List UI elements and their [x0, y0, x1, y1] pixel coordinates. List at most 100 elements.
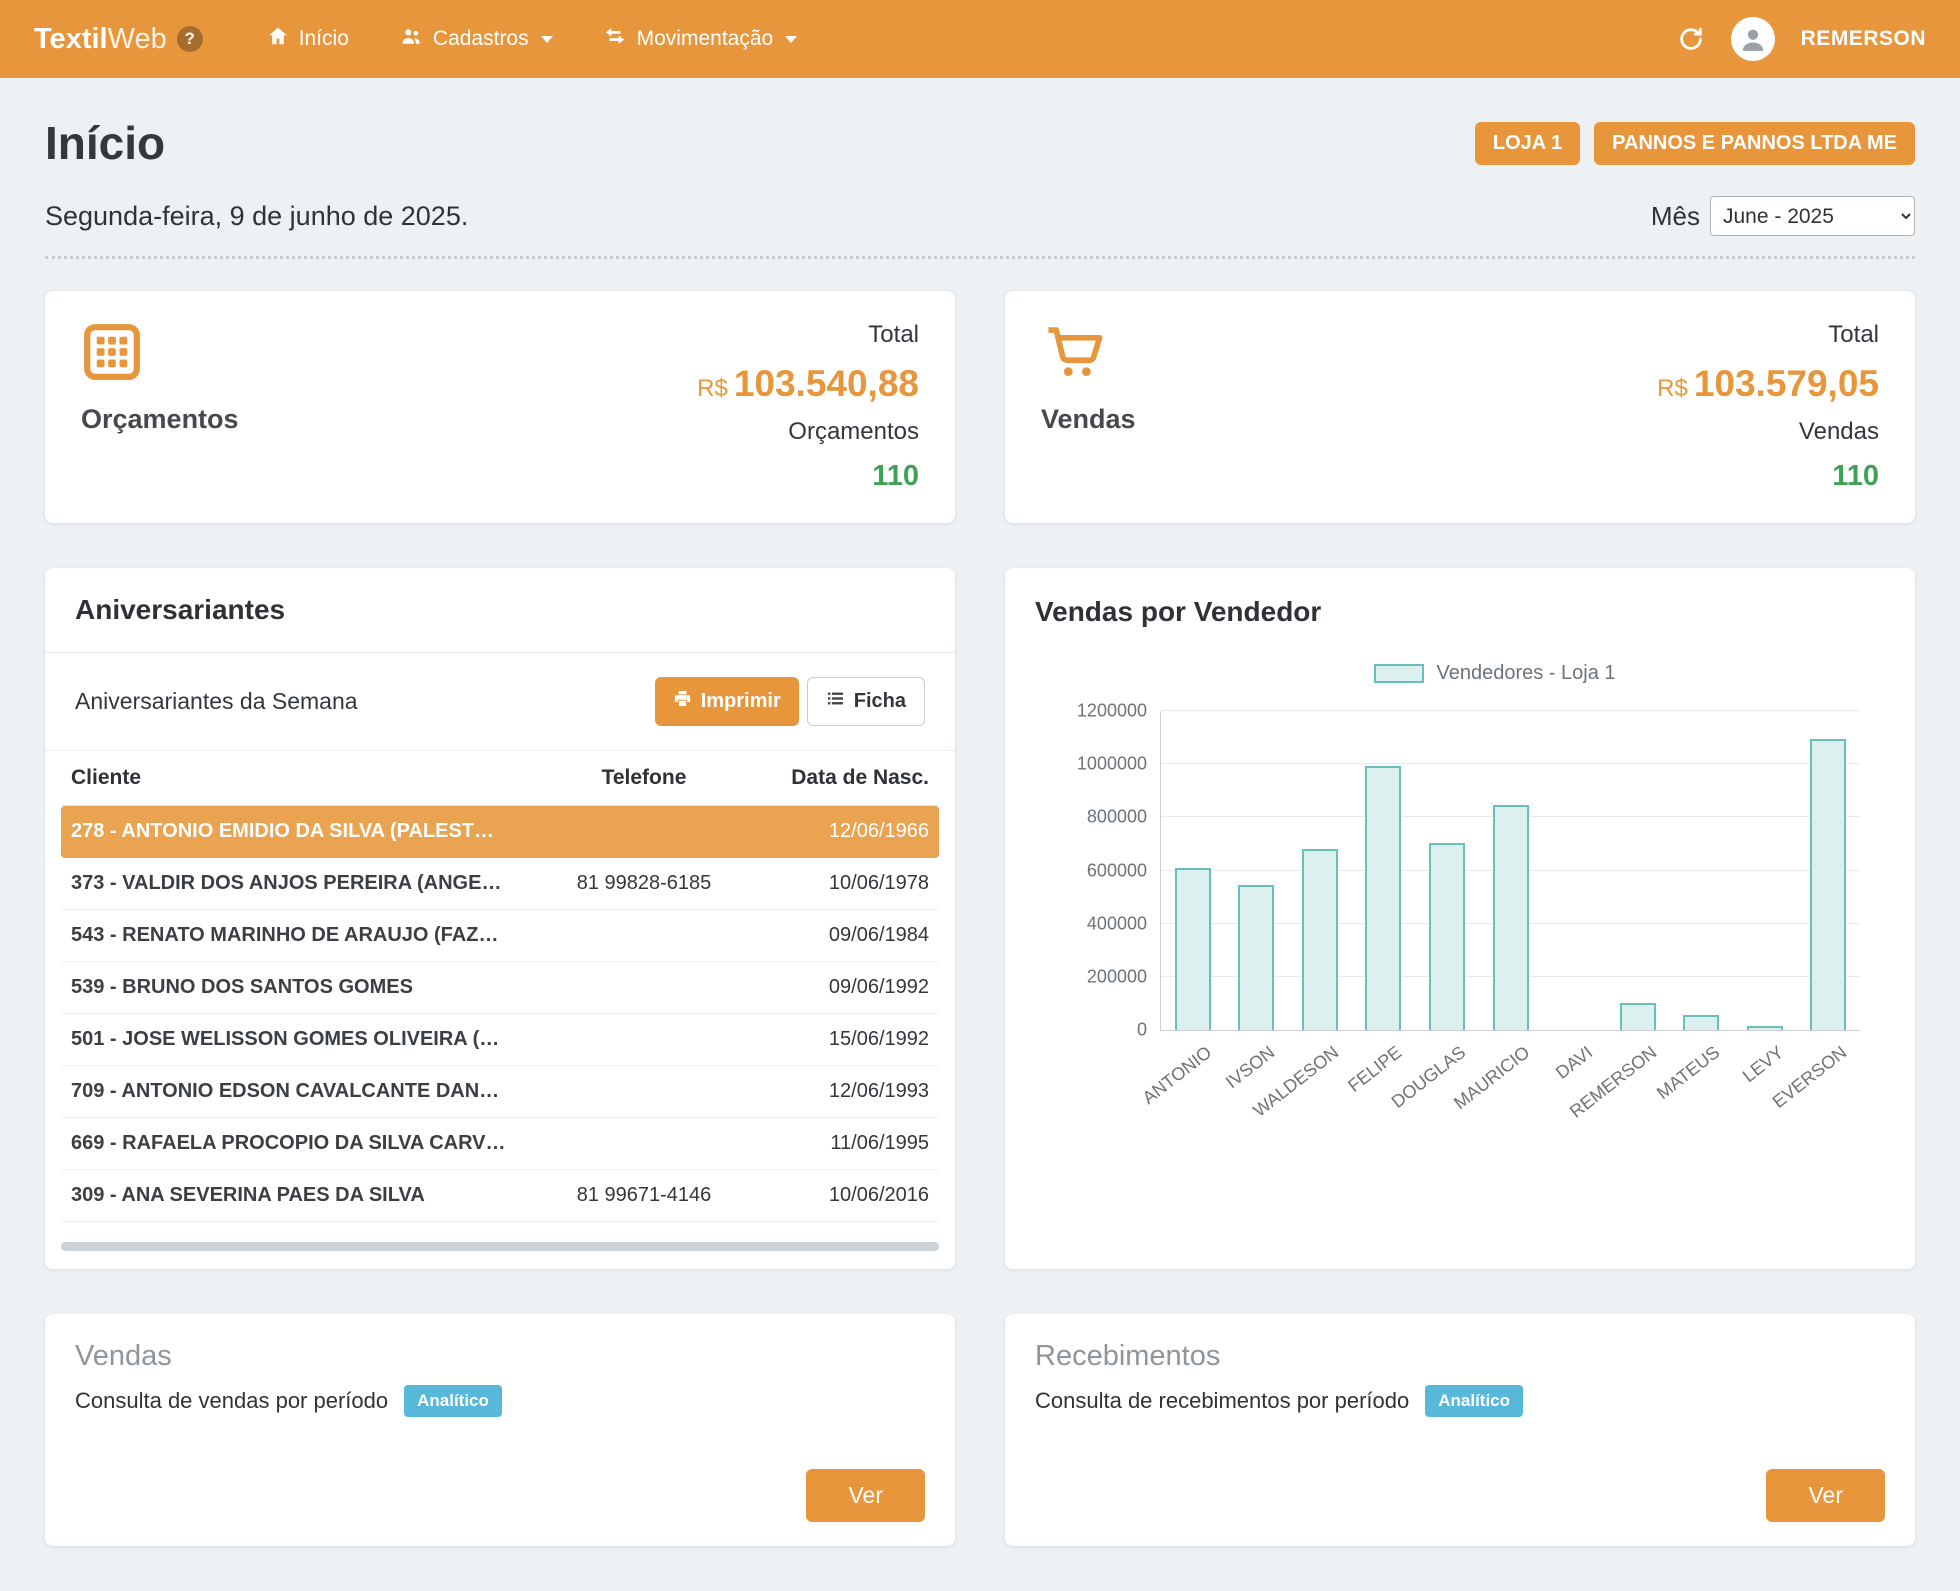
horizontal-scrollbar[interactable] — [61, 1242, 939, 1251]
view-sales-button[interactable]: Ver — [806, 1469, 925, 1522]
birthdays-card: Aniversariantes Aniversariantes da Seman… — [45, 568, 955, 1269]
nav-item-cadastros[interactable]: Cadastros — [381, 13, 571, 65]
budgets-label: Orçamentos — [81, 404, 239, 435]
cart-icon — [1041, 321, 1136, 388]
client-phone — [519, 1026, 769, 1054]
chevron-down-icon — [541, 36, 553, 43]
y-axis-tick: 800000 — [1087, 807, 1147, 828]
gridline — [1161, 710, 1860, 711]
brand-logo[interactable]: TextilWeb ? — [34, 23, 203, 56]
table-row[interactable]: 309 - ANA SEVERINA PAES DA SILVA 81 9967… — [61, 1170, 939, 1222]
panel-description: Consulta de vendas por período — [75, 1388, 388, 1414]
total-label: Total — [1828, 321, 1879, 349]
printer-icon — [673, 689, 692, 714]
user-avatar[interactable] — [1731, 17, 1775, 61]
client-birthdate: 12/06/1966 — [769, 806, 939, 857]
nav-label: Movimentação — [637, 27, 774, 51]
budgets-count-label: Orçamentos — [788, 418, 919, 446]
table-row[interactable]: 539 - BRUNO DOS SANTOS GOMES 09/06/1992 — [61, 962, 939, 1014]
bar-mateus[interactable] — [1683, 1015, 1719, 1030]
bar-antonio[interactable] — [1175, 868, 1211, 1030]
bar-mauricio[interactable] — [1493, 805, 1529, 1030]
navbar-right: REMERSON — [1677, 17, 1926, 61]
table-row[interactable]: 501 - JOSE WELISSON GOMES OLIVEIRA (… 15… — [61, 1014, 939, 1066]
company-badge[interactable]: PANNOS E PANNOS LTDA ME — [1594, 122, 1915, 165]
table-row[interactable]: 278 - ANTONIO EMIDIO DA SILVA (PALEST… 1… — [61, 806, 939, 858]
bar-remerson[interactable] — [1620, 1003, 1656, 1030]
client-birthdate: 09/06/1992 — [769, 962, 939, 1013]
page-title: Início — [45, 116, 165, 170]
y-axis-tick: 1200000 — [1077, 701, 1147, 722]
print-button[interactable]: Imprimir — [655, 677, 799, 726]
nav-item-movimentacao[interactable]: Movimentação — [585, 13, 816, 65]
table-row[interactable]: 543 - RENATO MARINHO DE ARAUJO (FAZ… 09/… — [61, 910, 939, 962]
bar-douglas[interactable] — [1429, 843, 1465, 1030]
main-nav: Início Cadastros Movimentação — [249, 13, 815, 65]
client-name: 539 - BRUNO DOS SANTOS GOMES — [61, 962, 519, 1013]
refresh-icon[interactable] — [1677, 25, 1705, 53]
receipts-report-panel: Recebimentos Consulta de recebimentos po… — [1005, 1314, 1915, 1546]
panel-title: Recebimentos — [1035, 1340, 1885, 1373]
top-navbar: TextilWeb ? Início Cadastros Movimentaçã… — [0, 0, 1960, 78]
client-birthdate: 09/06/1984 — [769, 910, 939, 961]
client-phone — [519, 1078, 769, 1106]
user-name[interactable]: REMERSON — [1801, 27, 1926, 51]
legend-label: Vendedores - Loja 1 — [1436, 662, 1615, 685]
sales-label: Vendas — [1041, 404, 1136, 435]
gridline — [1161, 763, 1860, 764]
col-telefone: Telefone — [519, 751, 769, 805]
client-phone — [519, 818, 769, 846]
bar-waldeson[interactable] — [1302, 849, 1338, 1030]
store-badge[interactable]: LOJA 1 — [1475, 122, 1580, 165]
budgets-count: 110 — [872, 460, 919, 493]
birthdays-table: Cliente Telefone Data de Nasc. 278 - ANT… — [45, 751, 955, 1228]
x-axis-label: DAVI — [1552, 1042, 1597, 1084]
current-date: Segunda-feira, 9 de junho de 2025. — [45, 201, 468, 232]
chevron-down-icon — [785, 36, 797, 43]
y-axis-tick: 400000 — [1087, 913, 1147, 934]
col-cliente: Cliente — [61, 751, 519, 805]
users-icon — [399, 25, 423, 53]
bar-levy[interactable] — [1747, 1026, 1783, 1030]
client-name: 501 - JOSE WELISSON GOMES OLIVEIRA (… — [61, 1014, 519, 1065]
transfer-arrows-icon — [603, 25, 627, 53]
record-button[interactable]: Ficha — [807, 677, 925, 726]
table-row[interactable]: 373 - VALDIR DOS ANJOS PEREIRA (ANGE… 81… — [61, 858, 939, 910]
sales-summary-card: Vendas Total R$103.579,05 Vendas 110 — [1005, 291, 1915, 523]
table-row[interactable]: 669 - RAFAELA PROCOPIO DA SILVA CARV… 11… — [61, 1118, 939, 1170]
x-axis-label: LEVY — [1738, 1042, 1787, 1087]
client-birthdate: 12/06/1993 — [769, 1066, 939, 1117]
sales-by-seller-card: Vendas por Vendedor Vendedores - Loja 1 … — [1005, 568, 1915, 1269]
view-receipts-button[interactable]: Ver — [1766, 1469, 1885, 1522]
bar-ivson[interactable] — [1238, 885, 1274, 1030]
table-header: Cliente Telefone Data de Nasc. — [61, 751, 939, 806]
y-axis-tick: 1000000 — [1077, 754, 1147, 775]
client-phone — [519, 922, 769, 950]
bar-felipe[interactable] — [1365, 766, 1401, 1031]
month-select[interactable]: June - 2025 — [1710, 196, 1915, 236]
bar-everson[interactable] — [1810, 739, 1846, 1030]
client-name: 309 - ANA SEVERINA PAES DA SILVA — [61, 1170, 519, 1221]
client-phone: 81 99671-4146 — [519, 1170, 769, 1221]
nav-label: Início — [299, 27, 349, 51]
chart-legend[interactable]: Vendedores - Loja 1 — [1145, 662, 1845, 685]
bar-chart: 020000040000060000080000010000001200000A… — [1050, 711, 1870, 1151]
budgets-total-value: R$103.540,88 — [697, 363, 919, 405]
nav-label: Cadastros — [433, 27, 529, 51]
month-label: Mês — [1651, 201, 1700, 232]
x-axis-label: IVSON — [1222, 1042, 1279, 1093]
table-row[interactable]: 709 - ANTONIO EDSON CAVALCANTE DAN… 12/0… — [61, 1066, 939, 1118]
birthdays-subtitle: Aniversariantes da Semana — [75, 688, 358, 715]
panel-description: Consulta de recebimentos por período — [1035, 1388, 1409, 1414]
client-name: 669 - RAFAELA PROCOPIO DA SILVA CARV… — [61, 1118, 519, 1169]
help-icon[interactable]: ? — [177, 26, 203, 52]
x-axis-label: MATEUS — [1653, 1042, 1724, 1104]
sales-count-label: Vendas — [1799, 418, 1879, 446]
col-data-nasc: Data de Nasc. — [769, 751, 939, 805]
y-axis-tick: 200000 — [1087, 966, 1147, 987]
sales-total-value: R$103.579,05 — [1657, 363, 1879, 405]
chart-plot: 020000040000060000080000010000001200000A… — [1160, 711, 1860, 1031]
sales-report-panel: Vendas Consulta de vendas por período An… — [45, 1314, 955, 1546]
list-icon — [826, 689, 845, 714]
nav-item-inicio[interactable]: Início — [249, 13, 367, 65]
